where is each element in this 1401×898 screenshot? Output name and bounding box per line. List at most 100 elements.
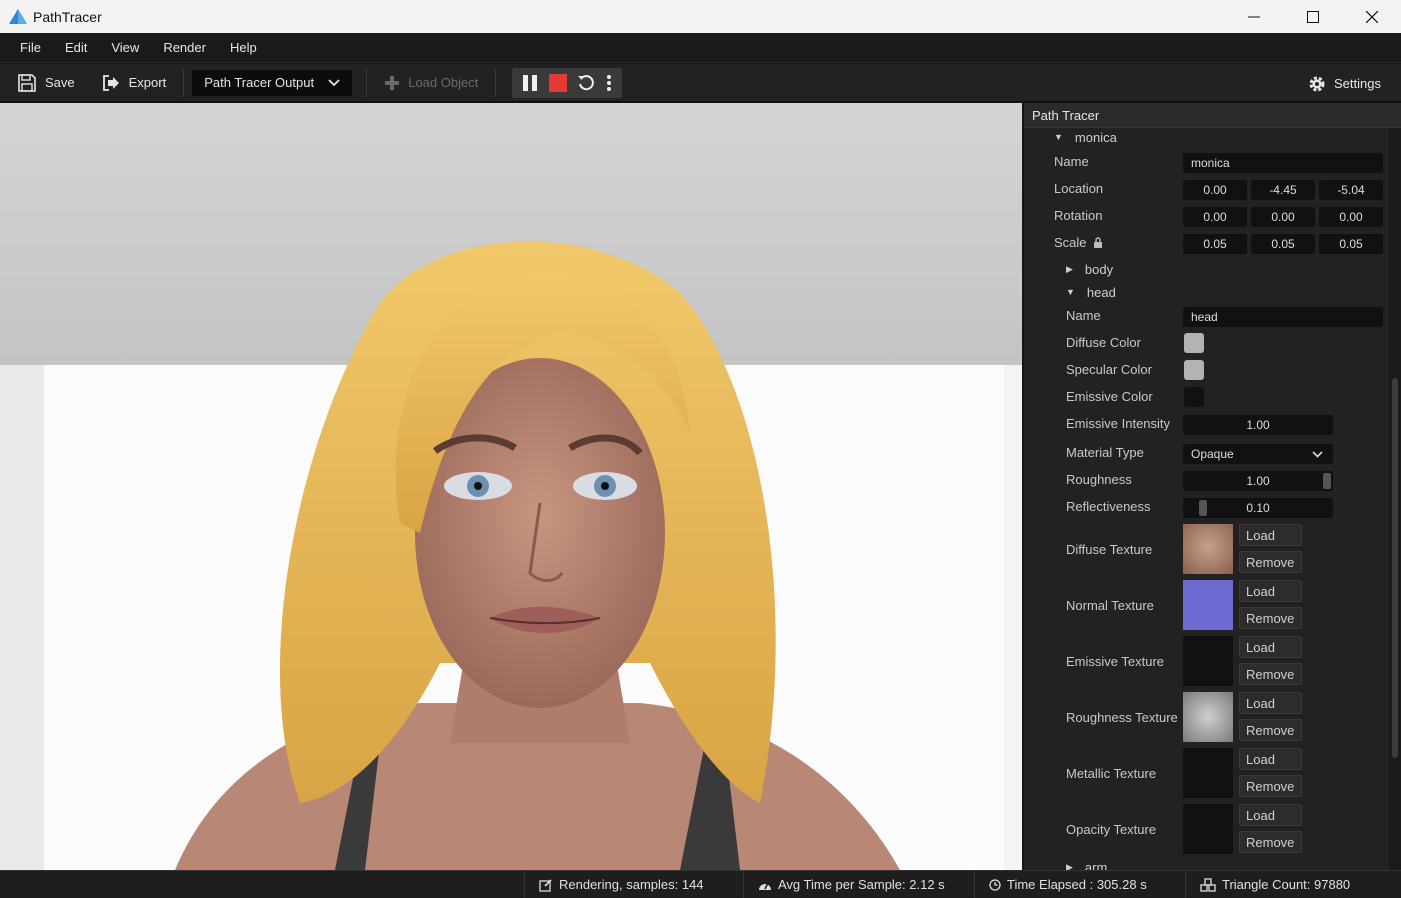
reflectiveness-slider-handle[interactable] xyxy=(1199,500,1207,516)
diffuse-texture-load-button[interactable]: Load xyxy=(1239,524,1302,546)
scrollbar-thumb[interactable] xyxy=(1392,378,1398,758)
rotation-y-input[interactable]: 0.00 xyxy=(1251,207,1315,227)
rendered-image xyxy=(175,241,900,870)
pause-button[interactable] xyxy=(516,69,544,97)
menu-view[interactable]: View xyxy=(101,40,149,55)
opacity-texture-preview xyxy=(1183,804,1233,854)
minimize-button[interactable] xyxy=(1224,0,1283,33)
menu-edit[interactable]: Edit xyxy=(55,40,97,55)
reflectiveness-slider[interactable]: 0.10 xyxy=(1183,498,1333,518)
status-rendering: Rendering, samples: 144 xyxy=(524,871,742,898)
plus-icon xyxy=(385,75,400,90)
scale-x-input[interactable]: 0.05 xyxy=(1183,234,1247,254)
output-select[interactable]: Path Tracer Output xyxy=(192,69,353,96)
app-title: PathTracer xyxy=(33,8,102,25)
roughness-label: Roughness xyxy=(1066,471,1132,487)
tree-node-monica[interactable]: ▼ monica xyxy=(1024,128,1389,146)
diffuse-color-swatch[interactable] xyxy=(1184,333,1204,353)
stop-button[interactable] xyxy=(544,69,572,97)
emissive-color-swatch[interactable] xyxy=(1184,387,1204,407)
emissive-intensity-slider[interactable]: 1.00 xyxy=(1183,415,1333,435)
triangle-down-icon: ▼ xyxy=(1054,132,1063,142)
load-object-label: Load Object xyxy=(408,75,479,90)
menu-help[interactable]: Help xyxy=(220,40,267,55)
tree-node-body[interactable]: ▶ body xyxy=(1024,259,1389,279)
lock-icon[interactable] xyxy=(1093,236,1103,248)
status-avg-time: Avg Time per Sample: 2.12 s xyxy=(743,871,973,898)
export-button[interactable]: Export xyxy=(92,68,176,98)
location-label: Location xyxy=(1054,180,1104,196)
emissive-intensity-label: Emissive Intensity xyxy=(1066,415,1171,431)
normal-texture-load-button[interactable]: Load xyxy=(1239,580,1302,602)
close-icon xyxy=(1365,10,1378,23)
maximize-icon xyxy=(1306,10,1319,23)
roughness-texture-preview xyxy=(1183,692,1233,742)
diffuse-color-label: Diffuse Color xyxy=(1066,334,1141,350)
triangle-down-icon: ▼ xyxy=(1066,287,1075,297)
material-type-select[interactable]: Opaque xyxy=(1183,444,1333,464)
settings-button[interactable]: Settings xyxy=(1308,64,1381,103)
normal-texture-remove-button[interactable]: Remove xyxy=(1239,607,1302,629)
render-viewport[interactable] xyxy=(0,103,1022,870)
metallic-texture-remove-button[interactable]: Remove xyxy=(1239,775,1302,797)
location-x-input[interactable]: 0.00 xyxy=(1183,180,1247,200)
save-icon xyxy=(18,73,36,92)
opacity-texture-load-button[interactable]: Load xyxy=(1239,804,1302,826)
panel-scrollbar[interactable] xyxy=(1389,128,1401,870)
save-label: Save xyxy=(45,75,75,90)
minimize-icon xyxy=(1247,16,1260,17)
load-object-button[interactable]: Load Object xyxy=(375,68,487,98)
clock-icon xyxy=(989,878,1001,891)
export-label: Export xyxy=(128,75,167,90)
roughness-texture-load-button[interactable]: Load xyxy=(1239,692,1302,714)
tree-node-arm[interactable]: ▶ arm xyxy=(1024,858,1389,871)
scale-z-input[interactable]: 0.05 xyxy=(1319,234,1383,254)
scale-y-input[interactable]: 0.05 xyxy=(1251,234,1315,254)
emissive-texture-load-button[interactable]: Load xyxy=(1239,636,1302,658)
menu-render[interactable]: Render xyxy=(153,40,216,55)
location-z-input[interactable]: -5.04 xyxy=(1319,180,1383,200)
location-y-input[interactable]: -4.45 xyxy=(1251,180,1315,200)
triangle-right-icon: ▶ xyxy=(1066,263,1073,274)
diffuse-texture-preview xyxy=(1183,524,1233,574)
roughness-slider[interactable]: 1.00 xyxy=(1183,471,1333,491)
roughness-texture-label: Roughness Texture xyxy=(1066,709,1178,725)
status-time-elapsed: Time Elapsed : 305.28 s xyxy=(974,871,1184,898)
chevron-down-icon xyxy=(1312,450,1323,458)
restart-icon xyxy=(578,74,595,90)
scale-label: Scale xyxy=(1054,234,1087,250)
close-button[interactable] xyxy=(1342,0,1401,33)
metallic-texture-load-button[interactable]: Load xyxy=(1239,748,1302,770)
diffuse-texture-remove-button[interactable]: Remove xyxy=(1239,551,1302,573)
rotation-z-input[interactable]: 0.00 xyxy=(1319,207,1383,227)
object-name-input[interactable]: monica xyxy=(1183,153,1383,173)
roughness-slider-handle[interactable] xyxy=(1323,473,1331,489)
speedometer-icon xyxy=(759,882,771,890)
triangle-right-icon: ▶ xyxy=(1066,861,1073,871)
rotation-x-input[interactable]: 0.00 xyxy=(1183,207,1247,227)
roughness-texture-remove-button[interactable]: Remove xyxy=(1239,719,1302,741)
emissive-texture-label: Emissive Texture xyxy=(1066,653,1165,669)
opacity-texture-remove-button[interactable]: Remove xyxy=(1239,831,1302,853)
tree-node-head[interactable]: ▼ head xyxy=(1024,282,1389,302)
save-button[interactable]: Save xyxy=(8,68,84,98)
app-logo-icon xyxy=(9,8,27,24)
normal-texture-label: Normal Texture xyxy=(1066,597,1154,613)
pause-icon xyxy=(523,74,538,91)
restart-button[interactable] xyxy=(572,69,600,97)
maximize-button[interactable] xyxy=(1283,0,1342,33)
toolbar: Save Export Path Tracer Output Load Obje… xyxy=(0,64,1401,103)
head-name-input[interactable]: head xyxy=(1183,307,1383,327)
render-controls xyxy=(512,67,623,98)
export-icon xyxy=(102,74,119,91)
more-vertical-icon xyxy=(607,74,612,91)
panel-title: Path Tracer xyxy=(1024,103,1401,128)
metallic-texture-label: Metallic Texture xyxy=(1066,765,1157,781)
object-name-label: Name xyxy=(1054,153,1089,169)
specular-color-swatch[interactable] xyxy=(1184,360,1204,380)
emissive-texture-remove-button[interactable]: Remove xyxy=(1239,663,1302,685)
more-options-button[interactable] xyxy=(600,69,618,97)
material-type-label: Material Type xyxy=(1066,444,1144,460)
normal-texture-preview xyxy=(1183,580,1233,630)
menu-file[interactable]: File xyxy=(10,40,51,55)
